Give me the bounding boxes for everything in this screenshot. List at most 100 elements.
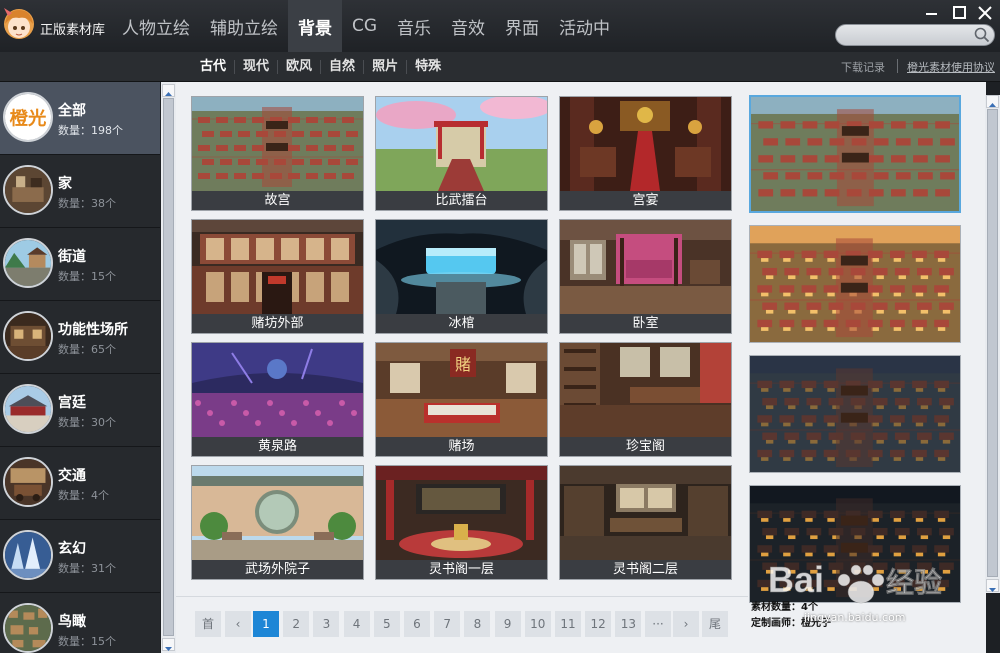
search-input[interactable] <box>835 24 995 46</box>
search-icon[interactable] <box>973 26 991 44</box>
scroll-down-arrow-icon[interactable] <box>986 579 999 592</box>
sub-tab-4[interactable]: 照片 <box>363 60 406 74</box>
svg-text:橙光: 橙光 <box>10 107 47 129</box>
next-page-button[interactable]: › <box>673 611 699 637</box>
tile-label: 灵书阁二层 <box>560 560 731 579</box>
background-tile[interactable]: 灵书阁一层 <box>375 465 548 580</box>
preview-variant-sunset[interactable] <box>749 225 961 343</box>
preview-scrollbar[interactable] <box>985 95 1000 593</box>
nav-tab-3[interactable]: CG <box>342 0 387 52</box>
category-item-3[interactable]: 功能性场所 数量：65个 <box>0 301 160 374</box>
category-thumbnail <box>3 311 53 361</box>
sub-tab-0[interactable]: 古代 <box>192 60 234 74</box>
background-tile[interactable]: 故宫 <box>191 96 364 211</box>
scroll-down-arrow-icon[interactable] <box>162 638 175 651</box>
background-tile[interactable]: 宫宴 <box>559 96 732 211</box>
background-tile[interactable]: 比武擂台 <box>375 96 548 211</box>
category-name: 宫廷 <box>58 395 86 411</box>
preview-image <box>750 356 960 472</box>
license-link[interactable]: 橙光素材使用协议 <box>907 59 995 75</box>
sub-tab-2[interactable]: 欧风 <box>277 60 320 74</box>
close-icon[interactable] <box>976 4 994 22</box>
page-button-4[interactable]: 4 <box>343 611 370 637</box>
sidebar-scrollbar[interactable] <box>161 82 176 653</box>
tile-thumbnail <box>560 97 731 191</box>
category-thumbnail: 橙光 <box>3 92 53 142</box>
prev-page-button[interactable]: ‹ <box>225 611 251 637</box>
tile-thumbnail <box>192 343 363 437</box>
preview-variant-day[interactable] <box>749 95 961 213</box>
category-sidebar: 橙光 全部 数量：198个家数量：38个 街道 数量：15个 功能性场所 数量：65个 宫廷数… <box>0 82 160 653</box>
tile-label: 赌坊外部 <box>192 314 363 333</box>
background-tile[interactable]: 賭赌场 <box>375 342 548 457</box>
nav-tab-5[interactable]: 音效 <box>441 0 495 52</box>
background-tile[interactable]: 珍宝阁 <box>559 342 732 457</box>
svg-text:Bai: Bai <box>768 559 824 600</box>
sub-tab-1[interactable]: 现代 <box>234 60 277 74</box>
app-title: 正版素材库 <box>40 23 106 38</box>
page-button-13[interactable]: 13 <box>615 611 642 637</box>
anime-girl-logo-icon[interactable] <box>2 6 36 44</box>
nav-tab-2[interactable]: 背景 <box>288 0 342 52</box>
page-ellipsis[interactable]: ··· <box>645 611 671 637</box>
background-tile[interactable]: 卧室 <box>559 219 732 334</box>
tile-label: 宫宴 <box>560 191 731 210</box>
sidebar-scroll-thumb[interactable] <box>163 98 174 636</box>
divider <box>897 59 898 73</box>
page-button-2[interactable]: 2 <box>283 611 310 637</box>
first-page-button[interactable]: 首 <box>195 611 221 637</box>
watermark-url: jingyan.baidu.com <box>804 611 906 624</box>
category-count: 数量：38个 <box>58 197 116 210</box>
preview-image <box>751 97 959 211</box>
nav-tab-4[interactable]: 音乐 <box>387 0 441 52</box>
preview-variant-dusk[interactable] <box>749 355 961 473</box>
page-button-3[interactable]: 3 <box>313 611 340 637</box>
background-tile[interactable]: 灵书阁二层 <box>559 465 732 580</box>
background-tile[interactable]: 冰棺 <box>375 219 548 334</box>
page-button-5[interactable]: 5 <box>373 611 400 637</box>
nav-tab-6[interactable]: 界面 <box>495 0 549 52</box>
background-tile[interactable]: 黄泉路 <box>191 342 364 457</box>
category-item-4[interactable]: 宫廷 数量：30个 <box>0 374 160 447</box>
nav-tab-0[interactable]: 人物立绘 <box>112 0 200 52</box>
title-bar: 正版素材库 人物立绘 辅助立绘 背景 CG 音乐 音效 界面 活动中 <box>0 0 1000 52</box>
page-button-12[interactable]: 12 <box>585 611 612 637</box>
sub-tabs: 古代 现代 欧风 自然 照片 特殊 <box>192 52 449 82</box>
category-name: 街道 <box>58 249 86 265</box>
category-item-2[interactable]: 街道 数量：15个 <box>0 228 160 301</box>
category-item-0[interactable]: 橙光 全部 数量：198个 <box>0 82 160 155</box>
page-button-1[interactable]: 1 <box>253 611 279 637</box>
page-button-6[interactable]: 6 <box>404 611 430 637</box>
preview-scroll-thumb[interactable] <box>987 109 998 577</box>
sub-tab-5[interactable]: 特殊 <box>406 60 449 74</box>
sub-tab-3[interactable]: 自然 <box>320 60 363 74</box>
last-page-button[interactable]: 尾 <box>702 611 728 637</box>
tile-thumbnail <box>192 220 363 314</box>
page-button-7[interactable]: 7 <box>434 611 461 637</box>
tile-label: 冰棺 <box>376 314 547 333</box>
tile-label: 黄泉路 <box>192 437 363 456</box>
category-item-7[interactable]: 鸟瞰 数量：15个 <box>0 593 160 653</box>
page-button-9[interactable]: 9 <box>494 611 521 637</box>
minimize-icon[interactable] <box>923 4 941 22</box>
tile-thumbnail <box>376 466 547 560</box>
scroll-up-arrow-icon[interactable] <box>986 95 999 108</box>
scroll-up-arrow-icon[interactable] <box>162 84 175 97</box>
background-tile[interactable]: 赌坊外部 <box>191 219 364 334</box>
category-name: 玄幻 <box>58 541 86 557</box>
page-button-8[interactable]: 8 <box>464 611 491 637</box>
page-button-10[interactable]: 10 <box>524 611 551 637</box>
background-tile[interactable]: 武场外院子 <box>191 465 364 580</box>
nav-tab-7[interactable]: 活动中 <box>549 0 620 52</box>
maximize-icon[interactable] <box>951 4 969 22</box>
category-count: 数量：198个 <box>58 124 123 137</box>
category-item-5[interactable]: 交通 数量：4个 <box>0 447 160 520</box>
category-count: 数量：65个 <box>58 343 116 356</box>
tile-label: 比武擂台 <box>376 191 547 210</box>
nav-tab-1[interactable]: 辅助立绘 <box>200 0 288 52</box>
page-button-11[interactable]: 11 <box>555 611 581 637</box>
category-item-6[interactable]: 玄幻 数量：31个 <box>0 520 160 593</box>
tile-thumbnail <box>376 97 547 191</box>
download-history-link[interactable]: 下载记录 <box>841 59 885 75</box>
category-item-1[interactable]: 家数量：38个 <box>0 155 160 228</box>
